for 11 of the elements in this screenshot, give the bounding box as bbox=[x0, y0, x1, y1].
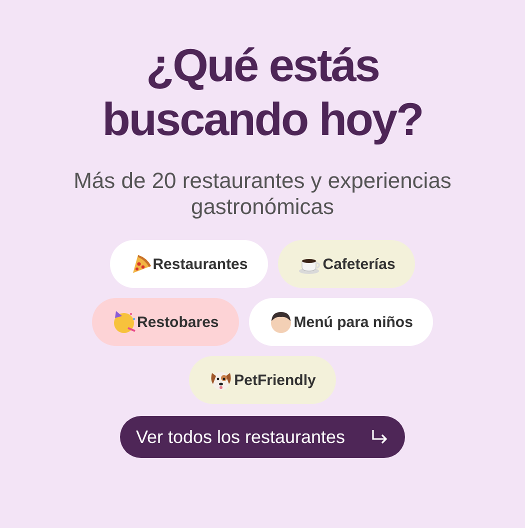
view-all-restaurants-button[interactable]: Ver todos los restaurantes bbox=[120, 416, 406, 458]
child-avatar-icon bbox=[268, 310, 293, 334]
category-chip[interactable]: PetFriendly bbox=[189, 356, 336, 404]
subtitle: Más de 20 restaurantes y experiencias gastronómicas bbox=[72, 168, 452, 220]
category-chip[interactable]: Menú para niños bbox=[248, 298, 433, 346]
category-chip[interactable]: Restobares bbox=[92, 298, 239, 346]
category-chip[interactable]: Cafeterías bbox=[278, 240, 416, 288]
page-heading: ¿Qué estás buscando hoy? bbox=[101, 38, 424, 146]
arrow-icon bbox=[371, 429, 390, 445]
category-chip[interactable]: Restaurantes bbox=[110, 240, 268, 288]
party-face-icon bbox=[112, 310, 136, 334]
